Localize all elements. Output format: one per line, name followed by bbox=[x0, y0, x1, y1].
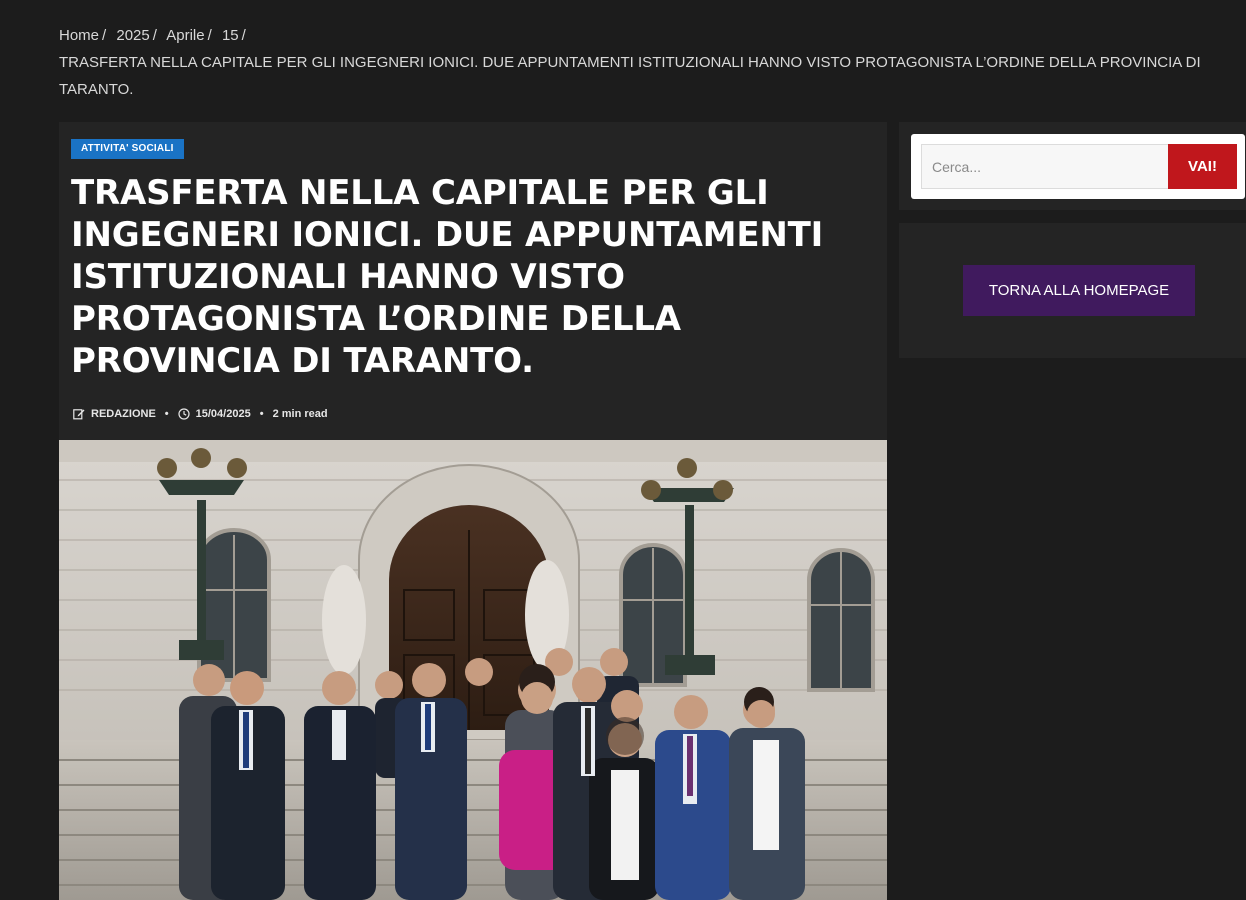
homepage-widget: TORNA ALLA HOMEPAGE bbox=[899, 223, 1246, 358]
article-title: TRASFERTA NELLA CAPITALE PER GLI INGEGNE… bbox=[71, 173, 824, 381]
breadcrumb-separator: / bbox=[102, 27, 107, 44]
search-widget: VAI! bbox=[899, 122, 1246, 210]
breadcrumb-separator: / bbox=[152, 27, 157, 44]
publish-date[interactable]: 15/04/2025 bbox=[196, 408, 251, 420]
search-button[interactable]: VAI! bbox=[1168, 144, 1237, 189]
article-meta: Redazione • 15/04/2025 • 2 min read bbox=[73, 408, 328, 420]
article: ATTIVITA' SOCIALI TRASFERTA NELLA CAPITA… bbox=[59, 122, 887, 900]
search-input[interactable] bbox=[921, 144, 1169, 189]
clock-icon bbox=[178, 408, 190, 420]
author-link[interactable]: Redazione bbox=[91, 408, 156, 420]
search-form: VAI! bbox=[911, 134, 1245, 199]
breadcrumb-current: TRASFERTA NELLA CAPITALE PER GLI INGEGNE… bbox=[59, 54, 1201, 98]
read-time: 2 min read bbox=[272, 408, 328, 420]
breadcrumb-month[interactable]: Aprile bbox=[166, 27, 204, 44]
breadcrumb: Home/ 2025/ Aprile/ 15/ TRASFERTA NELLA … bbox=[59, 22, 1239, 103]
breadcrumb-separator: / bbox=[207, 27, 212, 44]
meta-separator: • bbox=[259, 408, 264, 420]
breadcrumb-home[interactable]: Home bbox=[59, 27, 99, 44]
homepage-button[interactable]: TORNA ALLA HOMEPAGE bbox=[963, 265, 1195, 316]
breadcrumb-separator: / bbox=[241, 27, 246, 44]
meta-separator: • bbox=[164, 408, 169, 420]
category-badge[interactable]: ATTIVITA' SOCIALI bbox=[71, 139, 184, 159]
edit-icon bbox=[73, 408, 85, 420]
featured-image bbox=[59, 440, 887, 900]
breadcrumb-day[interactable]: 15 bbox=[222, 27, 239, 44]
breadcrumb-year[interactable]: 2025 bbox=[116, 27, 149, 44]
